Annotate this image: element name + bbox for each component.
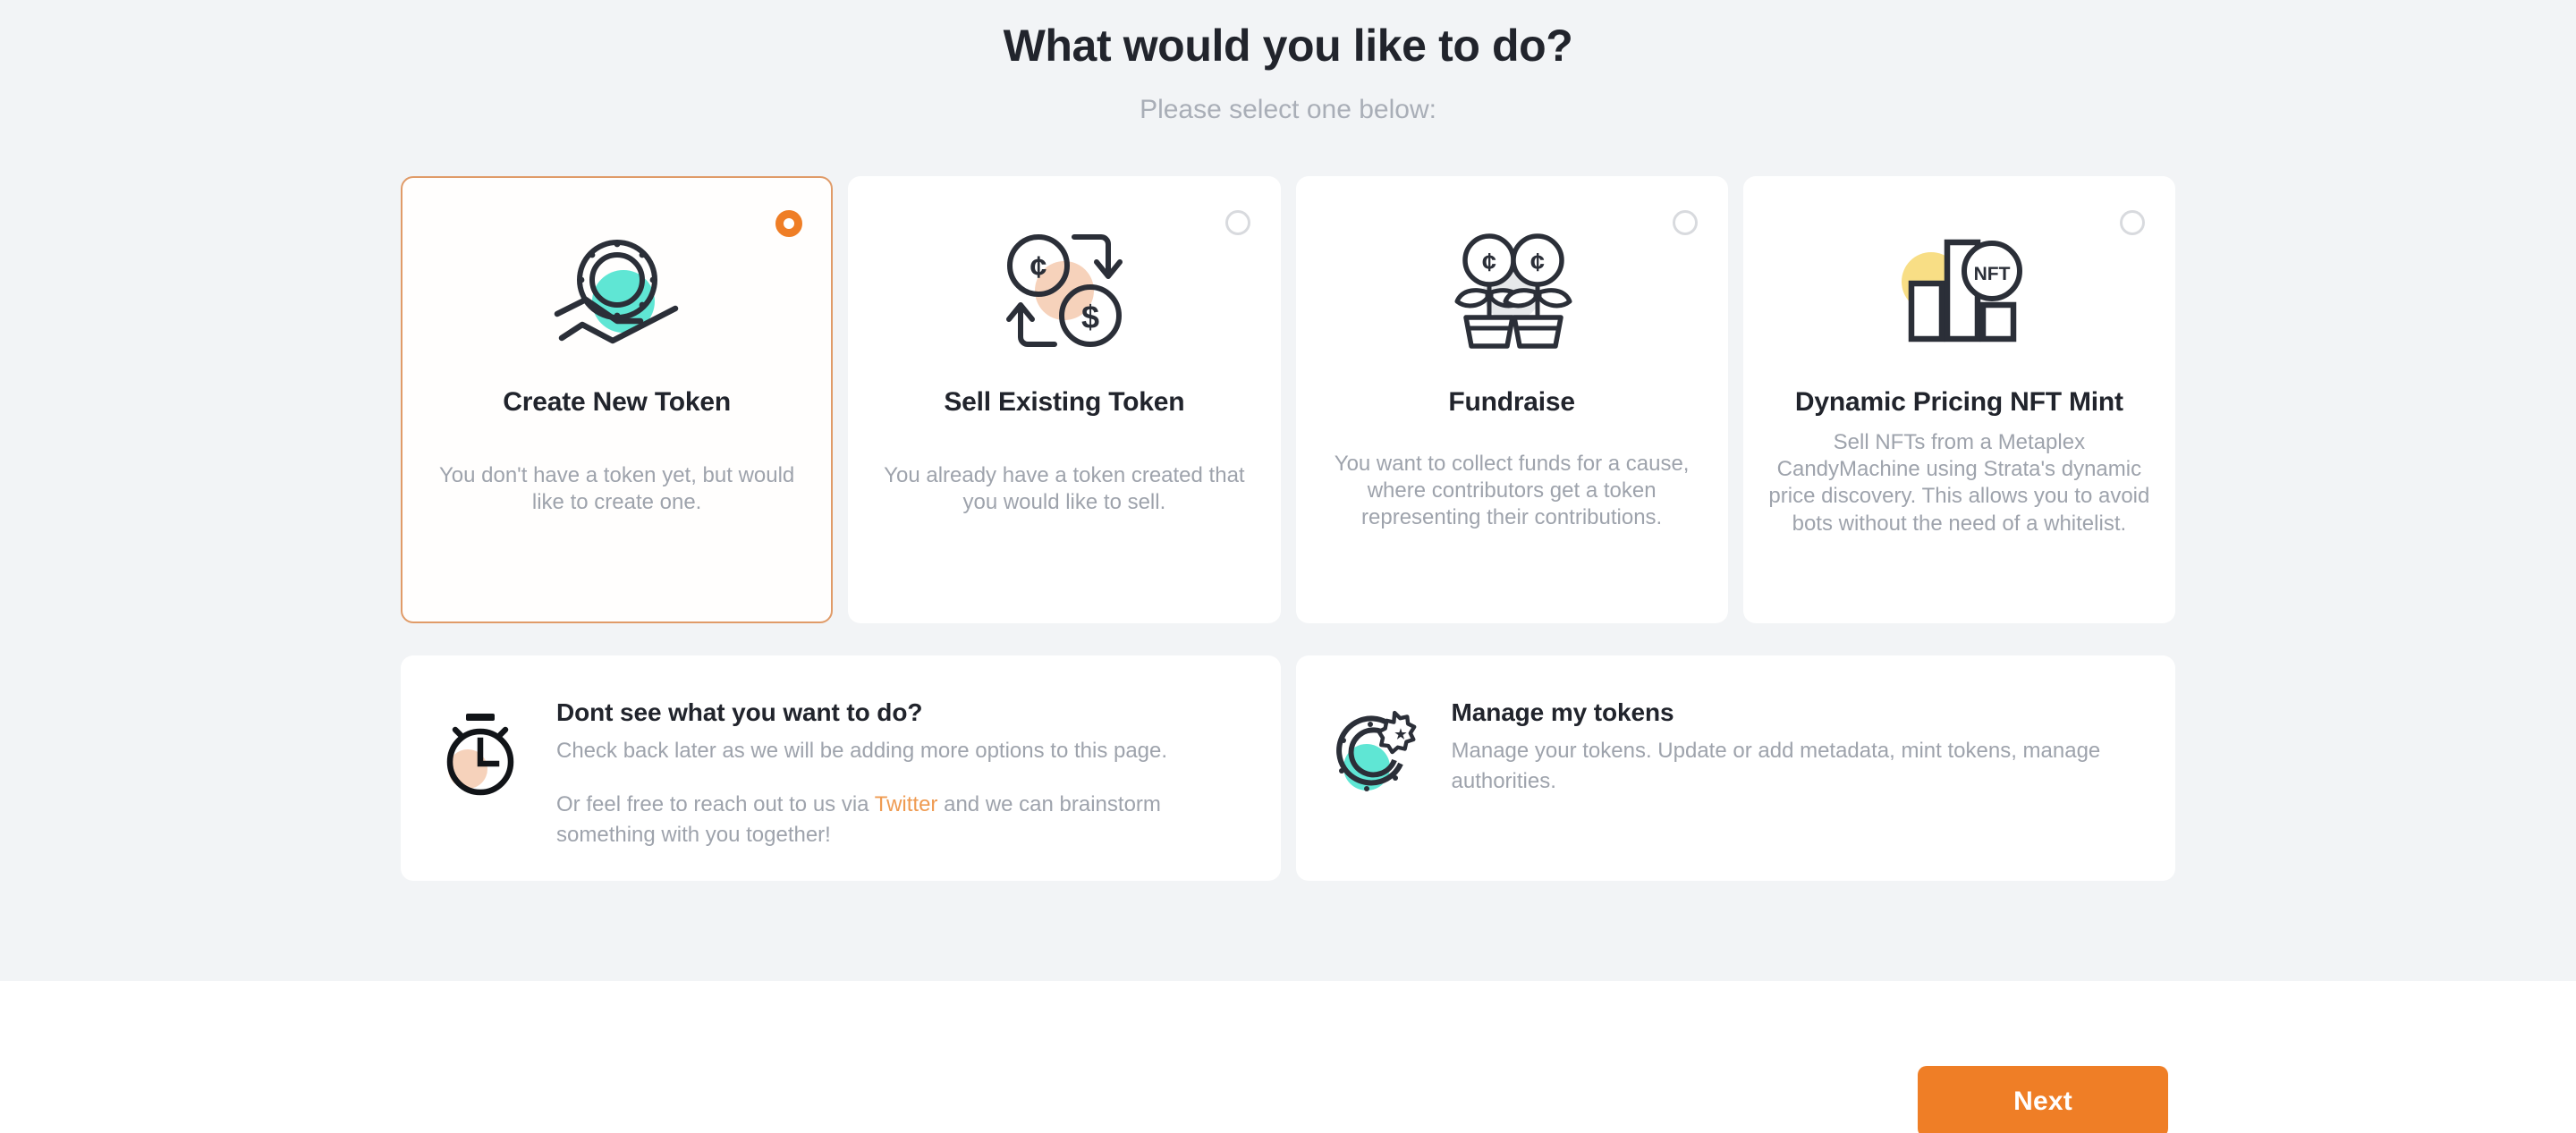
svg-text:¢: ¢ — [1530, 249, 1545, 277]
info-body: Manage my tokens Manage your tokens. Upd… — [1452, 686, 2140, 797]
info-card-dont-see-what-you-want: Dont see what you want to do? Check back… — [401, 655, 1281, 881]
page-header: What would you like to do? Please select… — [0, 13, 2576, 127]
option-description: You want to collect funds for a cause, w… — [1334, 451, 1690, 530]
option-description: You already have a token created that yo… — [884, 462, 1245, 514]
radio-dynamic-pricing-nft-mint[interactable] — [2120, 209, 2145, 235]
option-card-create-new-token[interactable]: Create New Token You don't have a token … — [401, 175, 834, 623]
info-panels-grid: Dont see what you want to do? Check back… — [401, 655, 2175, 881]
radio-create-new-token[interactable] — [775, 209, 803, 237]
page-content: What would you like to do? Please select… — [0, 0, 2576, 981]
option-title: Create New Token — [503, 386, 731, 417]
page-title: What would you like to do? — [1003, 21, 1573, 71]
svg-text:NFT: NFT — [1974, 264, 2011, 284]
next-button[interactable]: Next — [1918, 1066, 2168, 1133]
hand-holding-coin-icon — [550, 228, 684, 353]
token-settings-icon: ★ — [1326, 706, 1425, 804]
option-title: Fundraise — [1448, 386, 1575, 417]
stopwatch-icon — [431, 706, 530, 804]
option-card-dynamic-pricing-nft-mint[interactable]: NFT Dynamic Pricing NFT Mint Sell NFTs f… — [1742, 175, 2175, 623]
svg-text:¢: ¢ — [1482, 249, 1496, 277]
radio-sell-existing-token[interactable] — [1224, 209, 1250, 235]
page-subtitle: Please select one below: — [1140, 94, 1436, 124]
option-card-fundraise[interactable]: ¢ ¢ Fundraise You want to collect funds … — [1295, 175, 1728, 623]
radio-fundraise[interactable] — [1672, 209, 1698, 235]
info-card-manage-my-tokens[interactable]: ★ Manage my tokens Manage your tokens. U… — [1295, 655, 2175, 881]
info-body: Dont see what you want to do? Check back… — [556, 686, 1245, 850]
info-text-primary: Check back later as we will be adding mo… — [556, 738, 1168, 763]
nft-bar-chart-icon: NFT — [1892, 228, 2026, 353]
info-text-primary: Manage your tokens. Update or add metada… — [1451, 738, 2101, 793]
svg-text:$: $ — [1081, 299, 1099, 335]
option-description: You don't have a token yet, but would li… — [438, 462, 795, 514]
info-text-prefix: Or feel free to reach out to us via — [556, 791, 875, 816]
page-footer: Next — [0, 981, 2576, 1133]
footer-actions: Next — [0, 1024, 2576, 1133]
info-title: Manage my tokens — [1451, 698, 1674, 726]
info-text-secondary: Or feel free to reach out to us via Twit… — [556, 790, 1245, 850]
option-title: Dynamic Pricing NFT Mint — [1794, 386, 2123, 417]
option-cards-grid: Create New Token You don't have a token … — [401, 175, 2175, 623]
wizard-page: What would you like to do? Please select… — [0, 0, 2576, 1133]
currency-exchange-icon: ¢ $ — [997, 228, 1131, 353]
option-description: Sell NFTs from a Metaplex CandyMachine u… — [1768, 429, 2150, 536]
info-title: Dont see what you want to do? — [556, 698, 923, 726]
svg-text:★: ★ — [1394, 727, 1407, 742]
option-card-sell-existing-token[interactable]: ¢ $ Sell Existing Token You already have… — [848, 175, 1281, 623]
svg-text:¢: ¢ — [1030, 250, 1046, 284]
option-title: Sell Existing Token — [944, 386, 1185, 417]
money-plants-icon: ¢ ¢ — [1445, 228, 1579, 353]
twitter-link[interactable]: Twitter — [875, 792, 938, 816]
